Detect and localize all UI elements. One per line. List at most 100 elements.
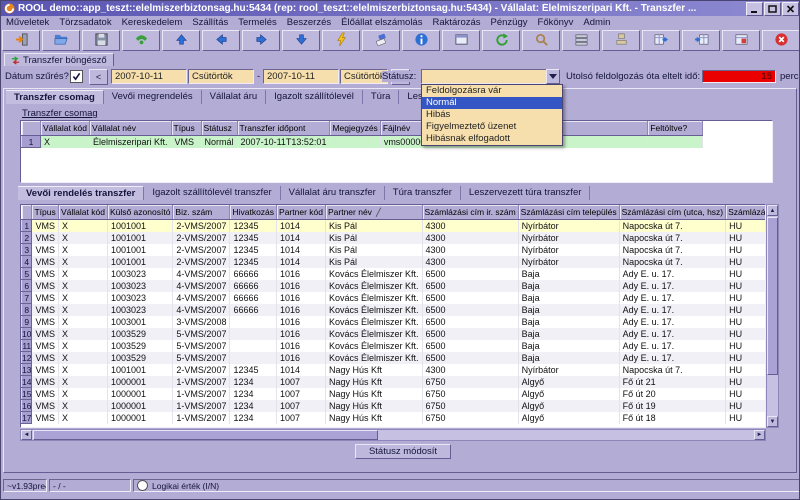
toolbar-button-prev-icon[interactable] — [202, 30, 240, 51]
column-header-hivatkozas[interactable]: Hivatkozás — [230, 205, 277, 220]
row-number[interactable]: 1 — [22, 136, 41, 148]
table-row[interactable]: 5VMSX10030234-VMS/2007666661016Kovács Él… — [22, 268, 767, 280]
cell[interactable]: 1001001 — [107, 256, 172, 268]
table-row[interactable]: 15VMSX10000011-VMS/200712341007Nagy Hús … — [22, 388, 767, 400]
cell[interactable]: 1014 — [277, 220, 326, 232]
cell[interactable]: 1016 — [277, 280, 326, 292]
cell[interactable]: Kis Pál — [325, 220, 422, 232]
maximize-icon[interactable] — [764, 2, 781, 16]
cell[interactable]: 1014 — [277, 256, 326, 268]
cell[interactable]: 1-VMS/2007 — [173, 412, 230, 424]
status-option-normal[interactable]: Normál — [422, 97, 562, 109]
toolbar-button-eraser-icon[interactable] — [362, 30, 400, 51]
cell[interactable]: Napocska út 7. — [619, 244, 726, 256]
cell[interactable]: 2-VMS/2007 — [173, 220, 230, 232]
cell[interactable] — [230, 352, 277, 364]
cell[interactable]: HU — [726, 256, 766, 268]
cell[interactable]: 5-VMS/2007 — [173, 328, 230, 340]
status-combo-arrow-icon[interactable] — [546, 69, 560, 84]
cell[interactable]: Nagy Hús Kft — [325, 400, 422, 412]
status-option-hibasnak-elfogadott[interactable]: Hibásnak elfogadott — [422, 133, 562, 145]
cell[interactable]: HU — [726, 232, 766, 244]
cell[interactable]: 6750 — [422, 376, 518, 388]
cell[interactable]: X — [58, 352, 107, 364]
cell[interactable]: HU — [726, 388, 766, 400]
toolbar-button-refresh-icon[interactable] — [482, 30, 520, 51]
cell[interactable]: Nagy Hús Kft — [325, 364, 422, 376]
row-number[interactable]: 15 — [22, 388, 32, 400]
cell[interactable]: Kovács Élelmiszer Kft. — [325, 328, 422, 340]
day-to-field[interactable] — [340, 69, 388, 84]
cell[interactable]: 1234 — [230, 400, 277, 412]
cell[interactable]: 4300 — [422, 232, 518, 244]
cell[interactable]: Napocska út 7. — [619, 256, 726, 268]
cell[interactable]: 12345 — [230, 232, 277, 244]
table-row[interactable]: 17VMSX10000011-VMS/200712341007Nagy Hús … — [22, 412, 767, 424]
cell[interactable]: Ady E. u. 17. — [619, 340, 726, 352]
cell[interactable]: 1001001 — [107, 232, 172, 244]
cell[interactable]: 66666 — [230, 292, 277, 304]
menu-item-admin[interactable]: Admin — [578, 17, 615, 28]
status-option-hibas[interactable]: Hibás — [422, 109, 562, 121]
cell[interactable]: 4-VMS/2007 — [173, 280, 230, 292]
cell[interactable]: Nyírbátor — [518, 220, 619, 232]
cell[interactable]: Nyírbátor — [518, 256, 619, 268]
cell[interactable]: VMS — [32, 232, 59, 244]
cell[interactable]: Algyő — [518, 376, 619, 388]
cell[interactable]: 1016 — [277, 316, 326, 328]
cell[interactable]: 1000001 — [107, 376, 172, 388]
cell[interactable]: 3-VMS/2008 — [173, 316, 230, 328]
cell[interactable]: VMS — [32, 268, 59, 280]
cell[interactable]: HU — [726, 292, 766, 304]
column-header-partner-kod[interactable]: Partner kód — [277, 205, 326, 220]
horizontal-scroll-thumb[interactable] — [33, 430, 378, 440]
menu-item-raktarozas[interactable]: Raktározás — [427, 17, 485, 28]
tab-tura-transzfer[interactable]: Túra transzfer — [385, 186, 461, 200]
cell[interactable]: 1-VMS/2007 — [173, 388, 230, 400]
table-row[interactable]: 13VMSX10010012-VMS/2007123451014Nagy Hús… — [22, 364, 767, 376]
column-header-megjegyzes[interactable]: Megjegyzés — [330, 121, 380, 136]
cell[interactable]: 4-VMS/2007 — [173, 304, 230, 316]
row-number[interactable]: 10 — [22, 328, 32, 340]
cell[interactable]: HU — [726, 304, 766, 316]
cell[interactable]: 6500 — [422, 292, 518, 304]
row-number[interactable]: 8 — [22, 304, 32, 316]
cell[interactable]: Fő út 20 — [619, 388, 726, 400]
cell[interactable]: 1016 — [277, 268, 326, 280]
row-number[interactable]: 1 — [22, 220, 32, 232]
cell[interactable]: VMS — [32, 292, 59, 304]
cell[interactable]: VMS — [32, 400, 59, 412]
table-row[interactable]: 7VMSX10030234-VMS/2007666661016Kovács Él… — [22, 292, 767, 304]
cell[interactable]: HU — [726, 412, 766, 424]
cell[interactable]: X — [58, 280, 107, 292]
column-header-tipus[interactable]: Típus — [171, 121, 201, 136]
cell[interactable]: VMS — [32, 412, 59, 424]
cell[interactable]: HU — [726, 352, 766, 364]
cell[interactable]: 12345 — [230, 256, 277, 268]
toolbar-button-rows-icon[interactable] — [562, 30, 600, 51]
cell[interactable]: 4300 — [422, 256, 518, 268]
cell[interactable]: 12345 — [230, 364, 277, 376]
cell[interactable]: 6500 — [422, 280, 518, 292]
cell[interactable]: 1001001 — [107, 364, 172, 376]
cell[interactable]: 2-VMS/2007 — [173, 256, 230, 268]
row-number[interactable]: 16 — [22, 400, 32, 412]
cell[interactable]: 4-VMS/2007 — [173, 292, 230, 304]
cell[interactable]: Fő út 21 — [619, 376, 726, 388]
cell[interactable]: 1016 — [277, 304, 326, 316]
cell[interactable]: Kovács Élelmiszer Kft. — [325, 316, 422, 328]
column-header-vallalat-kod[interactable]: Vállalat kód — [41, 121, 90, 136]
column-header-statusz[interactable]: Státusz — [201, 121, 237, 136]
cell[interactable]: Ady E. u. 17. — [619, 280, 726, 292]
cell[interactable]: 6500 — [422, 304, 518, 316]
cell[interactable]: 1014 — [277, 364, 326, 376]
cell[interactable]: Fő út 19 — [619, 400, 726, 412]
toolbar-button-save-icon[interactable] — [82, 30, 120, 51]
vertical-scrollbar[interactable]: ▲ ▼ — [766, 204, 779, 428]
scroll-right-icon[interactable]: ► — [754, 430, 765, 440]
cell[interactable]: 66666 — [230, 268, 277, 280]
cell[interactable]: 6500 — [422, 328, 518, 340]
cell[interactable]: Ady E. u. 17. — [619, 304, 726, 316]
cell[interactable]: 1007 — [277, 376, 326, 388]
cell[interactable]: X — [41, 136, 90, 148]
